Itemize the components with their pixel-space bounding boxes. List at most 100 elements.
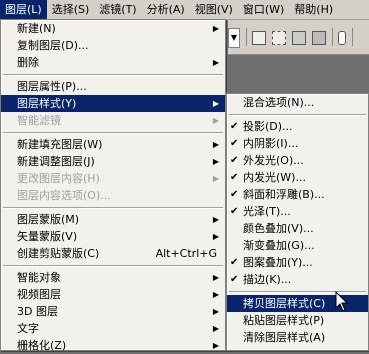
menu-item[interactable]: 创建剪贴蒙版(C) Alt+Ctrl+G [1, 245, 225, 262]
menu-item-label: 3D 图层 [17, 305, 58, 318]
toolbar-separator [332, 28, 333, 46]
checkmark-icon: ✔ [230, 257, 239, 268]
subtract-selection-icon[interactable] [292, 31, 306, 45]
options-toolbar: ▼ [228, 20, 369, 55]
menu-item: 图层内容选项(O)... [1, 187, 225, 204]
menu-separator [227, 111, 368, 118]
menu-item[interactable]: 清除图层样式(A) [227, 329, 368, 346]
menubar-item[interactable]: 选择(S) [47, 0, 95, 19]
menu-item-label: 创建剪贴蒙版(C) [17, 247, 100, 260]
toolbar-separator [246, 28, 247, 46]
submenu-arrow-icon: ▶ [212, 58, 219, 67]
new-selection-icon[interactable] [252, 31, 266, 45]
menu-item-label: 智能对象 [17, 271, 61, 284]
checkmark-icon: ✔ [230, 155, 239, 166]
menu-item[interactable]: 智能对象 ▶ [1, 269, 225, 286]
menu-item-label: 视频图层 [17, 288, 61, 301]
menu-item[interactable]: 图层蒙版(M) ▶ [1, 211, 225, 228]
menu-item-label: 光泽(T)... [243, 205, 291, 218]
menu-separator [1, 71, 225, 78]
submenu-arrow-icon: ▶ [212, 232, 219, 241]
menu-item[interactable]: ✔ 图案叠加(Y)... [227, 254, 368, 271]
menu-item[interactable]: 新建填充图层(W) ▶ [1, 136, 225, 153]
menu-item-label: 栅格化(Z) [17, 339, 67, 352]
submenu-arrow-icon: ▶ [212, 140, 219, 149]
checkmark-icon: ✔ [230, 172, 239, 183]
menu-item[interactable]: 删除 ▶ [1, 54, 225, 71]
menu-item-label: 混合选项(N)... [243, 96, 315, 109]
menu-item[interactable]: 文字 ▶ [1, 320, 225, 337]
menu-item-label: 更改图层内容(H) [17, 172, 100, 185]
menu-separator [1, 129, 225, 136]
menubar-item[interactable]: 帮助(H) [289, 0, 338, 19]
menu-separator [1, 262, 225, 269]
menubar-item[interactable]: 视图(V) [190, 0, 238, 19]
menu-item-label: 智能滤镜 [17, 114, 61, 127]
submenu-arrow-icon: ▶ [212, 215, 219, 224]
checkmark-icon: ✔ [230, 121, 239, 132]
submenu-arrow-icon: ▶ [212, 157, 219, 166]
menu-item-label: 清除图层样式(A) [243, 331, 326, 344]
menubar-item[interactable]: 滤镜(T) [94, 0, 141, 19]
menu-item[interactable]: ✔ 内发光(W)... [227, 169, 368, 186]
menu-bar: 图层(L) 选择(S) 滤镜(T) 分析(A) 视图(V) 窗口(W) 帮助(H) [0, 0, 369, 20]
menu-item-label: 新建调整图层(J) [17, 155, 95, 168]
menu-item-label: 矢量蒙版(V) [17, 230, 78, 243]
checkmark-icon: ✔ [230, 274, 239, 285]
menu-item-label: 渐变叠加(G)... [243, 239, 315, 252]
menu-item[interactable]: ✔ 描边(K)... [227, 271, 368, 288]
menu-item-label: 图层蒙版(M) [17, 213, 80, 226]
add-selection-icon[interactable] [272, 31, 286, 45]
menu-item[interactable]: 粘贴图层样式(P) [227, 312, 368, 329]
menu-item[interactable]: ✔ 斜面和浮雕(B)... [227, 186, 368, 203]
menu-item-label: 颜色叠加(V)... [243, 222, 314, 235]
menu-item-label: 斜面和浮雕(B)... [243, 188, 325, 201]
menu-item-label: 复制图层(D)... [17, 39, 89, 52]
mouse-pointer-icon [335, 291, 349, 312]
menu-item[interactable]: 图层样式(Y) ▶ [1, 95, 225, 112]
menu-item[interactable]: 3D 图层 ▶ [1, 303, 225, 320]
menu-item: 更改图层内容(H) ▶ [1, 170, 225, 187]
menu-item[interactable]: ✔ 外发光(O)... [227, 152, 368, 169]
submenu-arrow-icon: ▶ [212, 341, 219, 350]
menu-item-label: 图层样式(Y) [17, 97, 77, 110]
dropdown-arrow-icon[interactable]: ▼ [228, 28, 240, 48]
menu-item-label: 图案叠加(Y)... [243, 256, 313, 269]
intersect-selection-icon[interactable] [312, 31, 326, 45]
menu-item-label: 文字 [17, 322, 39, 335]
checkmark-icon: ✔ [230, 189, 239, 200]
menu-item-label: 内阴影(I)... [243, 137, 299, 150]
submenu-arrow-icon: ▶ [212, 290, 219, 299]
menu-item[interactable]: 新建调整图层(J) ▶ [1, 153, 225, 170]
menu-item[interactable]: ✔ 光泽(T)... [227, 203, 368, 220]
menu-item-label: 投影(D)... [243, 120, 293, 133]
menu-item-label: 图层内容选项(O)... [17, 189, 111, 202]
menu-item[interactable]: 颜色叠加(V)... [227, 220, 368, 237]
menu-item-label: 图层属性(P)... [17, 80, 87, 93]
menu-item[interactable]: 新建(N) ▶ [1, 20, 225, 37]
submenu-arrow-icon: ▶ [212, 174, 219, 183]
menu-item-label: 删除 [17, 56, 39, 69]
menu-item[interactable]: ✔ 内阴影(I)... [227, 135, 368, 152]
submenu-arrow-icon: ▶ [212, 99, 219, 108]
menu-item[interactable]: 栅格化(Z) ▶ [1, 337, 225, 354]
menu-item[interactable]: 渐变叠加(G)... [227, 237, 368, 254]
submenu-arrow-icon: ▶ [212, 307, 219, 316]
menu-item[interactable]: 视频图层 ▶ [1, 286, 225, 303]
menubar-item[interactable]: 图层(L) [0, 0, 47, 19]
menu-item[interactable]: 矢量蒙版(V) ▶ [1, 228, 225, 245]
menu-item-label: 新建(N) [17, 22, 56, 35]
checkmark-icon: ✔ [230, 138, 239, 149]
menu-item[interactable]: 图层属性(P)... [1, 78, 225, 95]
menubar-item[interactable]: 窗口(W) [238, 0, 289, 19]
menu-item-label: 拷贝图层样式(C) [243, 297, 326, 310]
menu-item-label: 外发光(O)... [243, 154, 304, 167]
menu-item[interactable]: ✔ 投影(D)... [227, 118, 368, 135]
menu-item-shortcut: Alt+Ctrl+G [155, 247, 217, 260]
paperclip-icon[interactable] [338, 31, 346, 45]
menubar-item[interactable]: 分析(A) [142, 0, 190, 19]
menu-item-label: 内发光(W)... [243, 171, 306, 184]
menu-item-label: 新建填充图层(W) [17, 138, 103, 151]
menu-item[interactable]: 复制图层(D)... [1, 37, 225, 54]
menu-item[interactable]: 混合选项(N)... [227, 94, 368, 111]
